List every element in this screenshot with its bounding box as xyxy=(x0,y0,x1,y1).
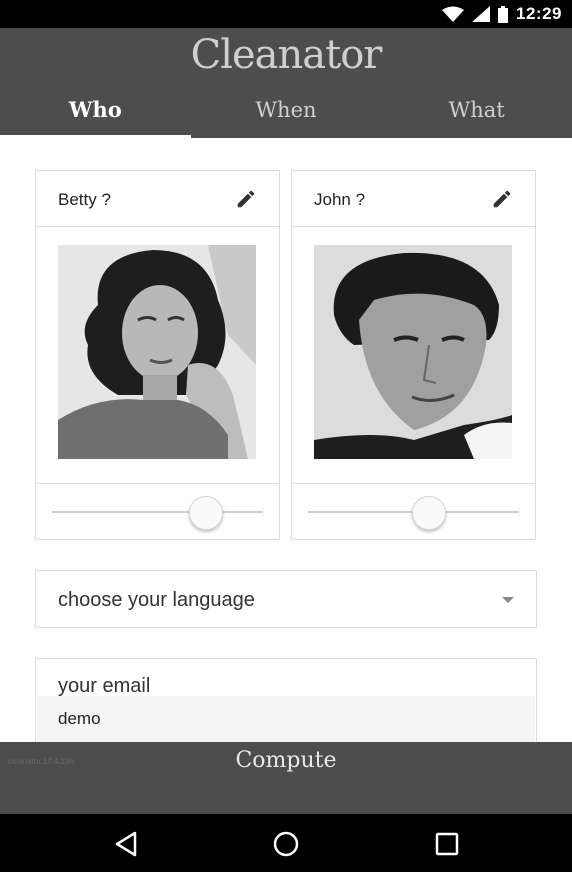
language-label: choose your language xyxy=(58,589,255,611)
app-title: Cleanator xyxy=(190,32,383,78)
home-icon[interactable] xyxy=(271,829,301,859)
portrait-woman[interactable] xyxy=(58,245,256,459)
main-content: Betty ? John ? choose your language your… xyxy=(0,138,572,742)
email-input[interactable] xyxy=(37,696,535,742)
portrait-man[interactable] xyxy=(314,245,512,459)
card-header: Betty ? xyxy=(36,171,279,227)
status-bar: 12:29 xyxy=(0,0,572,28)
language-dropdown[interactable]: choose your language xyxy=(35,570,537,628)
recents-icon[interactable] xyxy=(432,829,462,859)
tab-who[interactable]: Who xyxy=(0,84,191,138)
compute-button[interactable]: Compute xyxy=(0,748,572,773)
person-name: John ? xyxy=(314,190,366,209)
weight-slider[interactable] xyxy=(36,484,279,540)
app-header: Cleanator Who When What xyxy=(0,28,572,138)
signal-icon xyxy=(472,6,491,22)
battery-icon xyxy=(498,5,509,23)
action-bar: cleanator.17.4.19h Compute xyxy=(0,742,572,814)
pencil-icon[interactable] xyxy=(491,188,513,210)
pencil-icon[interactable] xyxy=(235,188,257,210)
back-icon[interactable] xyxy=(111,829,141,859)
tab-what[interactable]: What xyxy=(381,84,572,138)
slider-thumb[interactable] xyxy=(412,496,446,530)
weight-slider[interactable] xyxy=(292,484,535,540)
dropdown-arrow-icon[interactable] xyxy=(502,597,514,603)
person-name: Betty ? xyxy=(58,190,111,209)
wifi-icon xyxy=(442,6,465,22)
card-header: John ? xyxy=(292,171,535,227)
slider-thumb[interactable] xyxy=(189,496,223,530)
photo-area xyxy=(292,227,535,484)
tab-bar: Who When What xyxy=(0,84,572,138)
navigation-bar xyxy=(0,814,572,872)
email-section: your email xyxy=(35,658,537,742)
person-card-john: John ? xyxy=(291,170,536,540)
status-icons: 12:29 xyxy=(442,4,562,24)
tab-when[interactable]: When xyxy=(191,84,382,138)
person-card-betty: Betty ? xyxy=(35,170,280,540)
photo-area xyxy=(36,227,279,484)
slider-track[interactable] xyxy=(52,511,263,513)
status-time: 12:29 xyxy=(516,4,562,23)
email-label: your email xyxy=(58,675,151,697)
